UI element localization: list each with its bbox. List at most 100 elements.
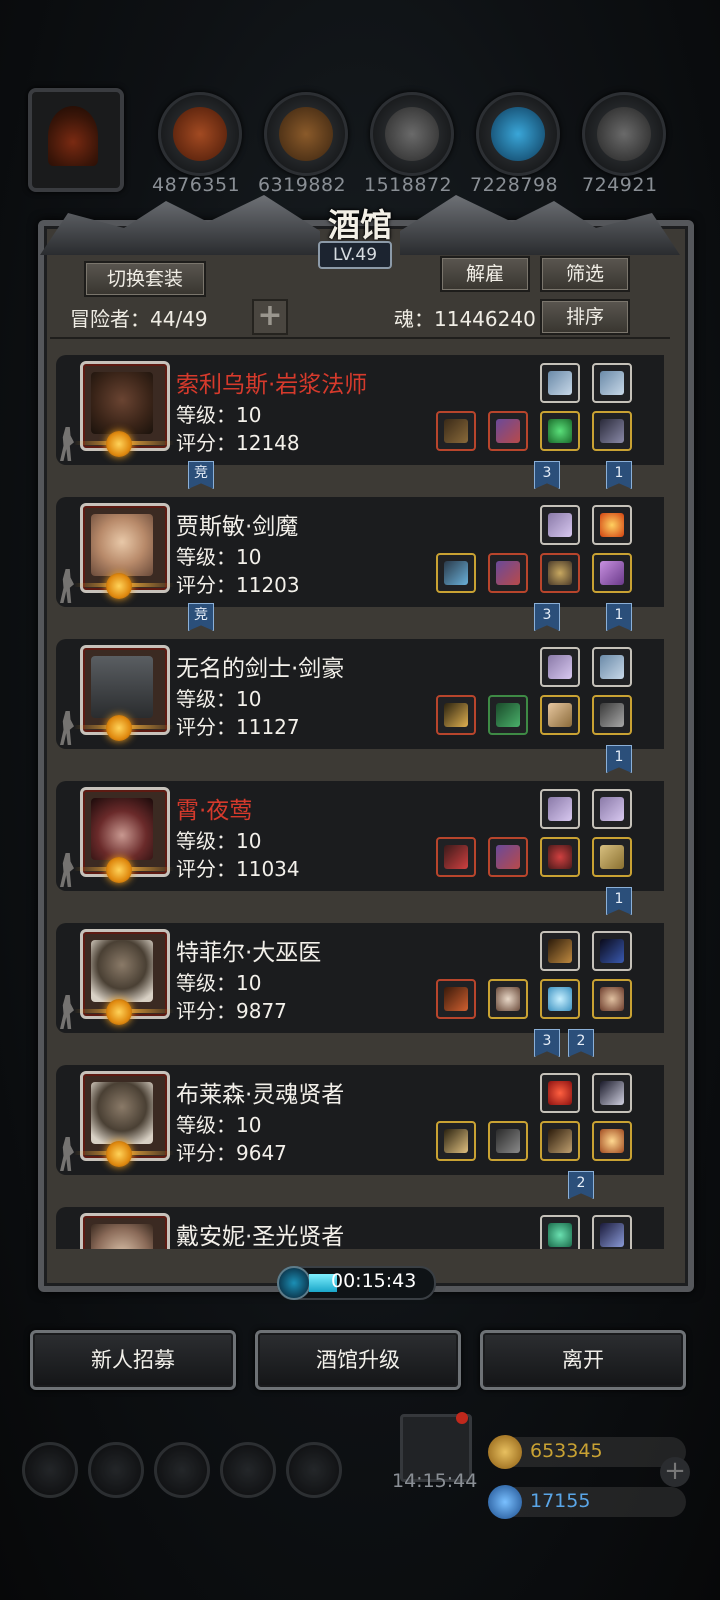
walking-figure-icon	[60, 995, 74, 1029]
shield-icon[interactable]	[286, 1442, 342, 1498]
sort-button[interactable]: 排序	[540, 299, 630, 335]
mail-icon[interactable]	[220, 1442, 276, 1498]
hero-name: 戴安妮·圣光贤者	[176, 1224, 345, 1249]
meat-resource-icon[interactable]	[158, 92, 242, 176]
star-badge-icon[interactable]	[88, 1442, 144, 1498]
hero-name: 霄·夜莺	[176, 798, 253, 824]
resource-value-4: 7228798	[470, 174, 559, 196]
armor-slot-icon[interactable]	[488, 1121, 528, 1161]
hero-level: 等级：10	[176, 971, 262, 995]
compete-tag: 竞	[188, 461, 214, 489]
count-tag: 3	[534, 603, 560, 631]
resource-value-1: 4876351	[152, 174, 241, 196]
bow-slot-icon[interactable]	[592, 931, 632, 971]
hero-score: 评分：11127	[176, 715, 300, 739]
spiked-armor-slot-icon[interactable]	[488, 979, 528, 1019]
crystal-slot-icon[interactable]	[540, 505, 580, 545]
amulet-slot-icon[interactable]	[592, 1121, 632, 1161]
stone-resource-icon[interactable]	[370, 92, 454, 176]
crystal-resource-icon[interactable]	[476, 92, 560, 176]
gauntlet-slot-icon[interactable]	[592, 979, 632, 1019]
iron-resource-icon[interactable]	[582, 92, 666, 176]
orb-slot-icon[interactable]	[540, 979, 580, 1019]
gold-amount: 653345	[530, 1440, 603, 1462]
ring-slot-icon[interactable]	[592, 647, 632, 687]
necklace-slot-icon[interactable]	[592, 1215, 632, 1249]
gem-slot-icon[interactable]	[540, 411, 580, 451]
walking-figure-icon	[60, 569, 74, 603]
clock-icon	[277, 1266, 311, 1300]
armor-slot-icon[interactable]	[488, 411, 528, 451]
wand-slot-icon[interactable]	[436, 1121, 476, 1161]
hero-name: 布莱森·灵魂贤者	[176, 1082, 345, 1108]
shield-slot-icon[interactable]	[540, 553, 580, 593]
helmet-slot-icon[interactable]	[592, 695, 632, 735]
notification-dot	[456, 1412, 468, 1424]
dismiss-button[interactable]: 解雇	[440, 256, 530, 292]
filter-button[interactable]: 筛选	[540, 256, 630, 292]
tavern-upgrade-button[interactable]: 酒馆升级	[255, 1330, 461, 1390]
sun-emblem-icon	[106, 573, 132, 599]
crystal-slot-icon[interactable]	[540, 789, 580, 829]
adventurer-count: 冒险者：44/49	[70, 307, 208, 331]
ring-slot-icon[interactable]	[540, 363, 580, 403]
emblem-slot-icon[interactable]	[592, 1073, 632, 1113]
armor-slot-icon[interactable]	[488, 695, 528, 735]
bow-slot-icon[interactable]	[540, 1121, 580, 1161]
armor-slot-icon[interactable]	[488, 837, 528, 877]
walking-figure-icon	[60, 711, 74, 745]
staff-slot-icon[interactable]	[540, 931, 580, 971]
blade-slot-icon[interactable]	[436, 837, 476, 877]
add-adventurer-button[interactable]: +	[252, 299, 288, 335]
add-currency-button[interactable]: +	[660, 1457, 690, 1487]
hero-portrait[interactable]	[80, 1213, 170, 1249]
staff-slot-icon[interactable]	[436, 411, 476, 451]
scroll-slot-icon[interactable]	[592, 837, 632, 877]
green-gem-slot-icon[interactable]	[540, 1215, 580, 1249]
count-tag: 3	[534, 461, 560, 489]
switch-outfit-button[interactable]: 切换套装	[84, 261, 206, 297]
sun-emblem-icon	[106, 857, 132, 883]
tavern-level-badge: LV.49	[318, 241, 392, 269]
hero-list[interactable]: 索利乌斯·岩浆法师 等级：10 评分：12148 竞 3 1 贾斯敏·剑魔 等级…	[56, 353, 664, 1249]
gem-icon	[488, 1485, 522, 1519]
count-tag: 1	[606, 745, 632, 773]
hero-score: 评分：12148	[176, 431, 300, 455]
hero-row[interactable]: 特菲尔·大巫医 等级：10 评分：9877	[56, 923, 664, 1033]
hooded-avatar-icon[interactable]	[28, 88, 124, 192]
hero-row[interactable]: 戴安妮·圣光贤者	[56, 1207, 664, 1249]
tower-icon[interactable]	[154, 1442, 210, 1498]
red-gem-slot-icon[interactable]	[540, 1073, 580, 1113]
crystal-slot-icon[interactable]	[592, 789, 632, 829]
rune-slot-icon[interactable]	[540, 695, 580, 735]
count-tag: 3	[534, 1029, 560, 1057]
recruit-button[interactable]: 新人招募	[30, 1330, 236, 1390]
rune-slot-icon[interactable]	[592, 553, 632, 593]
sword-slot-icon[interactable]	[436, 695, 476, 735]
hero-row[interactable]: 无名的剑士·剑豪 等级：10 评分：11127	[56, 639, 664, 749]
tavern-panel: 酒馆 LV.49 切换套装 解雇 筛选 排序 冒险者：44/49 + 魂：114…	[20, 195, 700, 1295]
hero-row[interactable]: 霄·夜莺 等级：10 评分：11034	[56, 781, 664, 891]
hero-row[interactable]: 布莱森·灵魂贤者 等级：10 评分：9647	[56, 1065, 664, 1175]
hero-level: 等级：10	[176, 687, 262, 711]
mace-slot-icon[interactable]	[436, 979, 476, 1019]
sun-emblem-icon	[106, 1141, 132, 1167]
dagger-slot-icon[interactable]	[592, 411, 632, 451]
wand-slot-icon[interactable]	[436, 553, 476, 593]
hero-row[interactable]: 贾斯敏·剑魔 等级：10 评分：11203	[56, 497, 664, 607]
hero-name: 特菲尔·大巫医	[176, 940, 322, 966]
compete-tag: 竞	[188, 603, 214, 631]
sun-emblem-icon	[106, 715, 132, 741]
armor-slot-icon[interactable]	[488, 553, 528, 593]
leave-button[interactable]: 离开	[480, 1330, 686, 1390]
helmet-slot-icon[interactable]	[540, 837, 580, 877]
crystal-slot-icon[interactable]	[540, 647, 580, 687]
wood-resource-icon[interactable]	[264, 92, 348, 176]
sun-emblem-icon	[106, 431, 132, 457]
fire-orb-slot-icon[interactable]	[592, 505, 632, 545]
hero-row[interactable]: 索利乌斯·岩浆法师 等级：10 评分：12148	[56, 355, 664, 465]
settings-gear-icon[interactable]	[22, 1442, 78, 1498]
sun-emblem-icon	[106, 999, 132, 1025]
ring-slot-icon[interactable]	[592, 363, 632, 403]
hero-level: 等级：10	[176, 829, 262, 853]
